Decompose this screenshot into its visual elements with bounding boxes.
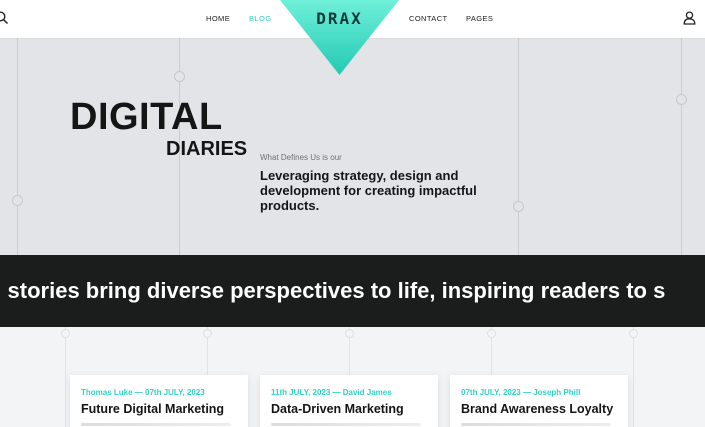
grid-node bbox=[513, 201, 524, 212]
blog-card-title[interactable]: Future Digital Marketing bbox=[81, 402, 224, 416]
grid-node bbox=[12, 195, 23, 206]
blog-card[interactable]: Thomas Luke — 07th JULY, 2023 Future Dig… bbox=[70, 375, 248, 427]
logo-text: DRAX bbox=[316, 9, 363, 28]
search-icon[interactable] bbox=[0, 11, 9, 30]
blog-card-excerpt bbox=[271, 423, 421, 426]
grid-node bbox=[487, 329, 496, 338]
grid-node bbox=[61, 329, 70, 338]
blog-card-meta: 11th JULY, 2023 — David James bbox=[271, 388, 392, 397]
hero-description: Leveraging strategy, design and developm… bbox=[260, 168, 477, 213]
hero-kicker: What Defines Us is our bbox=[260, 153, 342, 162]
grid-node bbox=[676, 94, 687, 105]
grid-node bbox=[203, 329, 212, 338]
grid-line bbox=[633, 327, 634, 427]
grid-node bbox=[629, 329, 638, 338]
grid-line bbox=[518, 38, 519, 255]
blog-card-excerpt bbox=[461, 423, 611, 426]
grid-line bbox=[17, 38, 18, 255]
grid-node bbox=[345, 329, 354, 338]
blog-card-title[interactable]: Brand Awareness Loyalty bbox=[461, 402, 613, 416]
blog-card-meta: Thomas Luke — 07th JULY, 2023 bbox=[81, 388, 205, 397]
hero-title-diaries: DIARIES bbox=[166, 138, 248, 160]
nav-link-contact[interactable]: CONTACT bbox=[409, 14, 448, 23]
marquee-text: g stories bring diverse perspectives to … bbox=[0, 278, 666, 303]
grid-line bbox=[65, 327, 66, 427]
hero-title-digital: DIGITAL bbox=[70, 96, 223, 138]
blog-card[interactable]: 11th JULY, 2023 — David James Data-Drive… bbox=[260, 375, 438, 427]
marquee-band: g stories bring diverse perspectives to … bbox=[0, 255, 705, 327]
blog-card-title[interactable]: Data-Driven Marketing bbox=[271, 402, 404, 416]
grid-line bbox=[681, 38, 682, 255]
blog-card-excerpt bbox=[81, 423, 231, 426]
blog-section: Thomas Luke — 07th JULY, 2023 Future Dig… bbox=[0, 327, 705, 427]
blog-card-meta: 07th JULY, 2023 — Joseph Phill bbox=[461, 388, 581, 397]
grid-node bbox=[174, 71, 185, 82]
blog-card[interactable]: 07th JULY, 2023 — Joseph Phill Brand Awa… bbox=[450, 375, 628, 427]
nav-link-home[interactable]: HOME bbox=[206, 14, 230, 23]
user-icon[interactable] bbox=[683, 11, 696, 30]
logo[interactable]: DRAX bbox=[280, 0, 399, 75]
nav-link-blog[interactable]: BLOG bbox=[249, 14, 271, 23]
nav-link-pages[interactable]: PAGES bbox=[466, 14, 493, 23]
